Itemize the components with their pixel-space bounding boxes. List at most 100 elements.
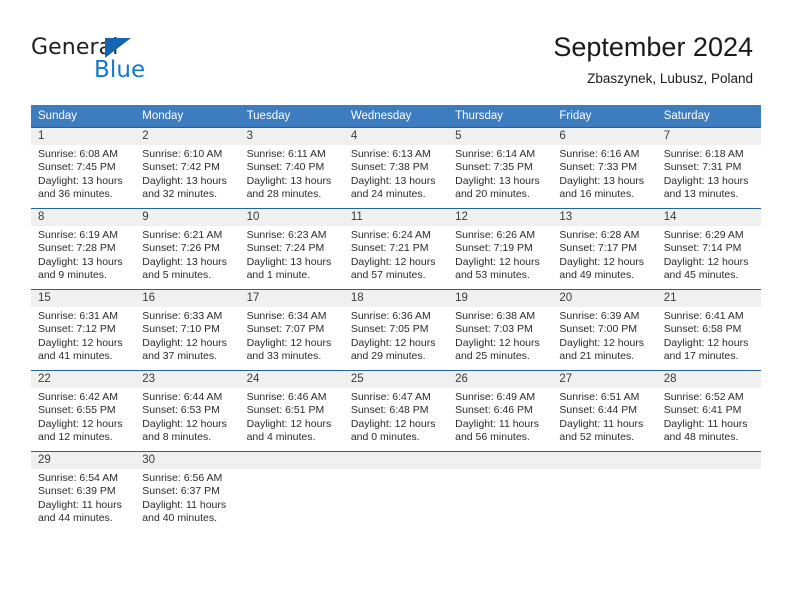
day-number: 15: [31, 290, 136, 307]
daylight-text-line1: Daylight: 13 hours: [246, 174, 332, 187]
sunset-text: Sunset: 7:00 PM: [559, 323, 638, 336]
day-cell[interactable]: 9 Sunrise: 6:21 AM Sunset: 7:26 PM Daylight…: [135, 208, 240, 290]
title-block: September 2024 Zbaszynek, Lubusz, Poland: [553, 30, 753, 87]
daylight-text-line1: Daylight: 12 hours: [455, 336, 540, 349]
sunrise-text: Sunrise: 6:19 AM: [38, 229, 118, 241]
day-cell[interactable]: 29 Sunrise: 6:54 AM Sunset: 6:39 PM Dayligh…: [31, 451, 136, 532]
week-row: 29 Sunrise: 6:54 AM Sunset: 6:39 PM Dayligh…: [31, 451, 761, 532]
day-number: 23: [135, 371, 240, 388]
sunrise-text: Sunrise: 6:13 AM: [350, 148, 431, 160]
weekday-header-saturday: Saturday: [656, 105, 761, 128]
day-cell[interactable]: 24 Sunrise: 6:46 AM Sunset: 6:51 PM Dayligh…: [239, 370, 344, 452]
day-cell[interactable]: 13 Sunrise: 6:28 AM Sunset: 7:17 PM Dayligh…: [552, 208, 657, 290]
calendar-page: General Blue September 2024 Zbaszynek, L…: [0, 0, 792, 612]
weekday-header-monday: Monday: [135, 105, 240, 128]
day-cell[interactable]: 23 Sunrise: 6:44 AM Sunset: 6:53 PM Dayligh…: [135, 370, 240, 452]
sunset-text: Sunset: 7:07 PM: [246, 323, 325, 336]
day-cell[interactable]: 19 Sunrise: 6:38 AM Sunset: 7:03 PM Dayligh…: [448, 289, 553, 371]
daylight-text-line2: and 0 minutes.: [350, 431, 420, 444]
day-cell[interactable]: 18 Sunrise: 6:36 AM Sunset: 7:05 PM Dayligh…: [343, 289, 449, 371]
day-number: 2: [135, 128, 240, 145]
page-title: September 2024: [553, 32, 753, 62]
sunrise-text: Sunrise: 6:18 AM: [663, 148, 744, 160]
day-cell[interactable]: 25 Sunrise: 6:47 AM Sunset: 6:48 PM Dayligh…: [343, 370, 449, 452]
sunrise-text: Sunrise: 6:56 AM: [142, 472, 223, 484]
sunset-text: Sunset: 7:28 PM: [38, 242, 116, 255]
sunset-text: Sunset: 6:37 PM: [142, 485, 220, 498]
sunrise-text: Sunrise: 6:51 AM: [559, 391, 640, 403]
day-cell[interactable]: 11 Sunrise: 6:24 AM Sunset: 7:21 PM Dayligh…: [343, 208, 449, 290]
daylight-text-line1: Daylight: 12 hours: [350, 417, 436, 430]
day-cell[interactable]: 16 Sunrise: 6:33 AM Sunset: 7:10 PM Dayligh…: [135, 289, 240, 371]
day-cell[interactable]: 6 Sunrise: 6:16 AM Sunset: 7:33 PM Daylight…: [552, 127, 657, 209]
daylight-text-line2: and 21 minutes.: [559, 350, 635, 363]
day-cell[interactable]: 8 Sunrise: 6:19 AM Sunset: 7:28 PM Daylight…: [31, 208, 136, 290]
daylight-text-line2: and 33 minutes.: [246, 350, 322, 363]
sunrise-text: Sunrise: 6:29 AM: [663, 229, 744, 241]
day-cell[interactable]: 30 Sunrise: 6:56 AM Sunset: 6:37 PM Dayligh…: [135, 451, 240, 532]
day-cell[interactable]: 10 Sunrise: 6:23 AM Sunset: 7:24 PM Dayligh…: [239, 208, 344, 290]
daylight-text-line2: and 17 minutes.: [663, 350, 739, 363]
day-number: 19: [448, 290, 553, 307]
sunrise-text: Sunrise: 6:36 AM: [350, 310, 431, 322]
day-cell[interactable]: 7 Sunrise: 6:18 AM Sunset: 7:31 PM Daylight…: [656, 127, 761, 209]
sunrise-text: Sunrise: 6:54 AM: [38, 472, 118, 484]
daylight-text-line2: and 20 minutes.: [455, 188, 530, 201]
sunset-text: Sunset: 7:40 PM: [246, 161, 325, 174]
sunset-text: Sunset: 7:38 PM: [350, 161, 429, 174]
sunrise-text: Sunrise: 6:26 AM: [455, 229, 536, 241]
day-number: 12: [448, 209, 553, 226]
day-number: 16: [135, 290, 240, 307]
day-number: 25: [343, 371, 449, 388]
daylight-text-line1: Daylight: 11 hours: [455, 417, 539, 430]
day-cell[interactable]: 14 Sunrise: 6:29 AM Sunset: 7:14 PM Dayligh…: [656, 208, 761, 290]
day-number: 21: [656, 290, 761, 307]
day-cell[interactable]: 1 Sunrise: 6:08 AM Sunset: 7:45 PM Daylight…: [31, 127, 136, 209]
day-number: 5: [448, 128, 553, 145]
sunset-text: Sunset: 7:17 PM: [559, 242, 638, 255]
day-cell[interactable]: 22 Sunrise: 6:42 AM Sunset: 6:55 PM Dayligh…: [31, 370, 136, 452]
weekday-header-wednesday: Wednesday: [343, 105, 449, 128]
sunset-text: Sunset: 7:45 PM: [38, 161, 116, 174]
daylight-text-line1: Daylight: 13 hours: [38, 174, 123, 187]
daylight-text-line1: Daylight: 12 hours: [559, 336, 645, 349]
day-number: 29: [31, 452, 136, 469]
sunset-text: Sunset: 6:44 PM: [559, 404, 638, 417]
day-cell[interactable]: 4 Sunrise: 6:13 AM Sunset: 7:38 PM Daylight…: [343, 127, 449, 209]
daylight-text-line2: and 56 minutes.: [455, 431, 530, 444]
day-cell-empty: [343, 451, 449, 532]
daylight-text-line1: Daylight: 13 hours: [455, 174, 540, 187]
daylight-text-line1: Daylight: 12 hours: [663, 255, 749, 268]
sunrise-text: Sunrise: 6:14 AM: [455, 148, 536, 160]
day-cell[interactable]: 5 Sunrise: 6:14 AM Sunset: 7:35 PM Daylight…: [448, 127, 553, 209]
daylight-text-line1: Daylight: 12 hours: [559, 255, 645, 268]
day-cell[interactable]: 3 Sunrise: 6:11 AM Sunset: 7:40 PM Daylight…: [239, 127, 344, 209]
day-cell[interactable]: 15 Sunrise: 6:31 AM Sunset: 7:12 PM Dayligh…: [31, 289, 136, 371]
weekday-header-tuesday: Tuesday: [239, 105, 344, 128]
sunset-text: Sunset: 6:55 PM: [38, 404, 116, 417]
day-cell[interactable]: 27 Sunrise: 6:51 AM Sunset: 6:44 PM Dayligh…: [552, 370, 657, 452]
daylight-text-line1: Daylight: 11 hours: [663, 417, 748, 430]
daylight-text-line2: and 9 minutes.: [38, 269, 107, 282]
daylight-text-line1: Daylight: 12 hours: [142, 417, 227, 430]
day-cell[interactable]: 20 Sunrise: 6:39 AM Sunset: 7:00 PM Dayligh…: [552, 289, 657, 371]
weekday-header-sunday: Sunday: [31, 105, 136, 128]
sunrise-text: Sunrise: 6:21 AM: [142, 229, 223, 241]
sunrise-text: Sunrise: 6:49 AM: [455, 391, 536, 403]
sunset-text: Sunset: 7:24 PM: [246, 242, 325, 255]
sunset-text: Sunset: 7:12 PM: [38, 323, 116, 336]
week-row: 1 Sunrise: 6:08 AM Sunset: 7:45 PM Daylight…: [31, 127, 761, 209]
calendar-body: 1 Sunrise: 6:08 AM Sunset: 7:45 PM Daylight…: [31, 127, 761, 532]
day-cell[interactable]: 26 Sunrise: 6:49 AM Sunset: 6:46 PM Dayligh…: [448, 370, 553, 452]
day-number: [343, 452, 449, 469]
day-cell[interactable]: 12 Sunrise: 6:26 AM Sunset: 7:19 PM Dayligh…: [448, 208, 553, 290]
day-cell[interactable]: 2 Sunrise: 6:10 AM Sunset: 7:42 PM Daylight…: [135, 127, 240, 209]
day-cell[interactable]: 28 Sunrise: 6:52 AM Sunset: 6:41 PM Dayligh…: [656, 370, 761, 452]
sunrise-text: Sunrise: 6:10 AM: [142, 148, 223, 160]
general-blue-logo[interactable]: General Blue: [31, 36, 251, 88]
day-cell[interactable]: 21 Sunrise: 6:41 AM Sunset: 6:58 PM Dayligh…: [656, 289, 761, 371]
sunset-text: Sunset: 7:42 PM: [142, 161, 220, 174]
sunset-text: Sunset: 7:10 PM: [142, 323, 220, 336]
day-number: 7: [656, 128, 761, 145]
day-cell[interactable]: 17 Sunrise: 6:34 AM Sunset: 7:07 PM Dayligh…: [239, 289, 344, 371]
